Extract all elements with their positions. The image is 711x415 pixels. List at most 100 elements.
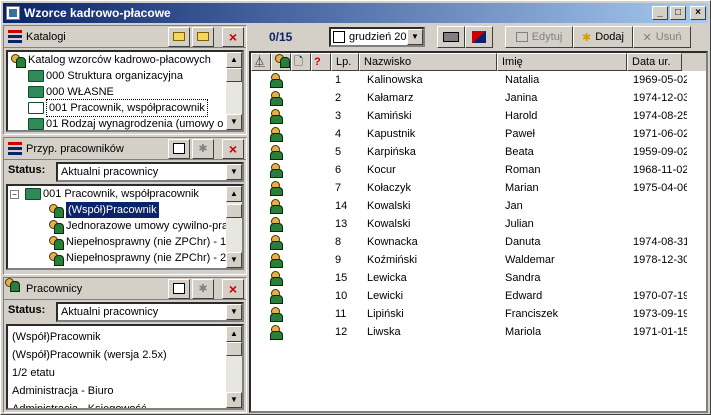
tree-item[interactable]: 000 WŁASNE [8,84,242,100]
delete-folder-button[interactable] [192,26,214,47]
pracownicy-list[interactable]: (Współ)Pracownik (Współ)Pracownik (wersj… [6,324,244,410]
close-pracownicy-button[interactable]: × [222,278,244,299]
scroll-up-icon[interactable]: ▲ [226,186,242,202]
scroll-thumb[interactable] [226,342,242,356]
person-column-header[interactable] [271,53,291,71]
book-icon [28,86,44,98]
maximize-button[interactable]: □ [670,6,686,20]
star-button[interactable]: ✱ [192,138,214,159]
table-row[interactable]: 15 Lewicka Sandra [251,269,706,287]
tree-item[interactable]: 000 Struktura organizacyjna [8,68,242,84]
close-icon: × [228,280,238,297]
tree-item[interactable]: 01 Rodzaj wynagrodzenia (umowy o p [8,116,242,130]
tree-item[interactable]: −001 Pracownik, współpracownik [8,186,242,202]
table-row[interactable]: 14 Kowalski Jan [251,197,706,215]
tree-item[interactable]: 001 Pracownik, współpracownik [8,99,242,117]
data-cell: 1974-08-31 [633,236,687,248]
properties-button[interactable] [168,138,190,159]
table-row[interactable]: 1 Kalinowska Natalia 1969-05-02 [251,71,706,89]
przyp-scrollbar[interactable]: ▲ ▼ [226,186,242,268]
table-row[interactable]: 11 Lipiński Franciszek 1973-09-19 [251,305,706,323]
scroll-up-icon[interactable]: ▲ [226,326,242,342]
filter-column-header[interactable]: ⏅ [251,53,271,71]
przyp-status-select[interactable]: Aktualni pracownicy ▼ [56,162,244,182]
collapse-icon[interactable]: − [10,189,19,199]
table-row[interactable]: 8 Kownacka Danuta 1974-08-31 [251,233,706,251]
month-select[interactable]: grudzień 20... ▼ [329,27,425,47]
new-folder-button[interactable] [168,26,190,47]
folder-new-icon [173,32,185,41]
tree-item[interactable]: Niepełnosprawny (nie ZPChr) - 1 [8,234,242,250]
table-row[interactable]: 7 Kołaczyk Marian 1975-04-06 [251,179,706,197]
tree-item[interactable]: Niepełnosprawny (nie ZPChr) - 2 [8,250,242,266]
scroll-thumb[interactable] [226,68,242,82]
pracownicy-status-select[interactable]: Aktualni pracownicy ▼ [56,302,244,322]
scroll-up-icon[interactable]: ▲ [226,52,242,68]
tree-item[interactable]: (Współ)Pracownik [8,202,242,218]
scroll-down-icon[interactable]: ▼ [226,392,242,408]
properties-button[interactable] [168,278,190,299]
imie-column-header[interactable]: Imię [497,53,627,71]
export-button[interactable] [465,26,493,48]
chevron-down-icon[interactable]: ▼ [407,29,423,45]
lp-cell: 13 [335,218,348,230]
tree-icon [8,141,22,156]
scroll-thumb[interactable] [226,204,242,218]
lp-cell: 14 [335,200,348,212]
add-button[interactable]: ✱ Dodaj [573,26,633,48]
tree-item[interactable]: Jednorazowe umowy cywilno-praw [8,218,242,234]
chevron-down-icon[interactable]: ▼ [226,164,242,180]
tree-icon [8,29,22,44]
table-row[interactable]: 3 Kamiński Harold 1974-08-25 [251,107,706,125]
open-book-icon [28,102,44,114]
person-icon [269,217,285,232]
table-row[interactable]: 4 Kapustnik Paweł 1971-06-02 [251,125,706,143]
table-row[interactable]: 2 Kałamarz Janina 1974-12-03 [251,89,706,107]
table-row[interactable]: 6 Kocur Roman 1968-11-02 [251,161,706,179]
list-item[interactable]: (Współ)Pracownik (wersja 2.5x) [8,346,242,364]
print-button[interactable] [437,26,465,48]
star-button[interactable]: ✱ [192,278,214,299]
help-column-header[interactable]: ? [311,53,331,71]
people-icon [10,53,26,68]
table-row[interactable]: 10 Lewicki Edward 1970-07-19 [251,287,706,305]
delete-button[interactable]: ✕ Usuń [633,26,691,48]
close-window-button[interactable]: × [690,6,706,20]
chevron-down-icon[interactable]: ▼ [226,304,242,320]
list-item[interactable]: 1/2 etatu [8,364,242,382]
pracownicy-scrollbar[interactable]: ▲ ▼ [226,326,242,408]
list-item[interactable]: (Współ)Pracownik [8,328,242,346]
person-icon-cell [251,71,331,89]
imie-cell: Mariola [505,326,542,338]
minimize-button[interactable]: _ [652,6,668,20]
przyp-tree[interactable]: −001 Pracownik, współpracownik (Współ)Pr… [6,184,244,270]
nazwisko-column-header[interactable]: Nazwisko [359,53,497,71]
scroll-down-icon[interactable]: ▼ [226,252,242,268]
nazwisko-cell: Kalinowska [367,74,423,86]
data-column-header[interactable]: Data ur. [627,53,682,71]
list-item[interactable]: Administracja - Biuro [8,382,242,400]
nazwisko-cell: Lewicka [367,272,407,284]
imie-cell: Roman [505,164,541,176]
tree-item[interactable]: Katalog wzorców kadrowo-płacowych [8,52,242,68]
table-row[interactable]: 12 Liwska Mariola 1971-01-15 [251,323,706,341]
katalogi-tree[interactable]: Katalog wzorców kadrowo-płacowych 000 St… [6,50,244,132]
document-column-header[interactable]: 🗋 [291,53,311,71]
close-katalogi-button[interactable]: × [222,26,244,47]
data-cell: 1959-09-02 [633,146,687,158]
table-row[interactable]: 9 Koźmiński Waldemar 1978-12-30 [251,251,706,269]
person-icon-cell [251,197,331,215]
edit-button[interactable]: Edytuj [505,26,573,48]
table-row[interactable]: 5 Karpińska Beata 1959-09-02 [251,143,706,161]
lp-cell: 4 [335,128,342,140]
table-row[interactable]: 13 Kowalski Julian [251,215,706,233]
person-icon [269,109,285,124]
scroll-down-icon[interactable]: ▼ [226,114,242,130]
lp-column-header[interactable]: Lp. [331,53,359,71]
title-bar[interactable]: Wzorce kadrowo-płacowe _ □ × [3,3,708,23]
list-item[interactable]: Administracja - Księgowość [8,400,242,408]
close-przyp-button[interactable]: × [222,138,244,159]
question-icon: ? [314,56,321,68]
katalogi-scrollbar[interactable]: ▲ ▼ [226,52,242,130]
employees-grid[interactable]: ⏅ 🗋 ? Lp. Nazwisko Imię Data ur. 1 Kalino… [249,51,708,413]
